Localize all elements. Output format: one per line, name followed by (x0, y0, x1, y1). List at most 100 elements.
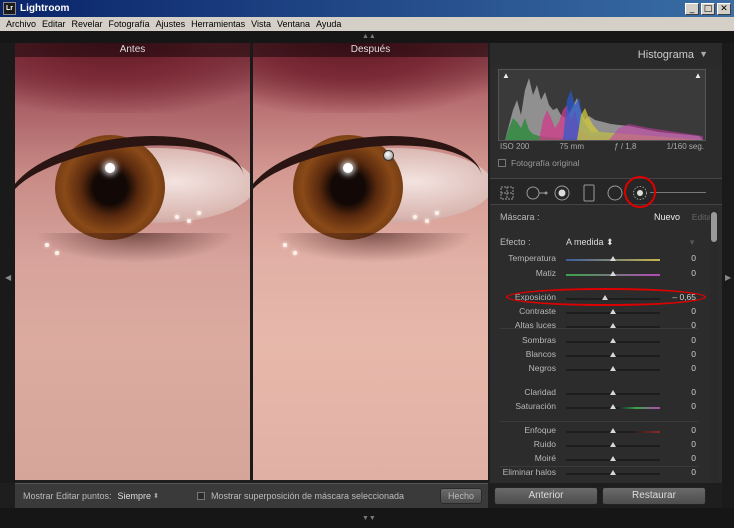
previous-button[interactable]: Anterior (494, 487, 598, 505)
slider-value[interactable]: 0 (691, 439, 696, 449)
radial-filter-icon[interactable] (607, 185, 623, 201)
slider-thumb[interactable] (610, 470, 616, 475)
slider-blancos: Blancos 0 (490, 349, 722, 362)
bottom-panel-arrow-icon[interactable]: ▼▼ (362, 515, 376, 522)
menu-bar: Archivo Editar Revelar Fotografía Ajuste… (0, 17, 734, 31)
show-mask-overlay-label: Mostrar superposición de máscara selecci… (210, 491, 405, 501)
slider-value[interactable]: 0 (691, 268, 696, 278)
slider-value[interactable]: 0 (691, 363, 696, 373)
menu-vista[interactable]: Vista (248, 19, 274, 29)
develop-right-panel: Histograma ▼ ▲ ▲ ISO 200 75 mm ƒ / 1,8 1… (490, 43, 722, 483)
original-photo-label: Fotografía original (511, 158, 580, 168)
slider-value[interactable]: 0 (691, 387, 696, 397)
panel-buttons: Anterior Restaurar (490, 485, 722, 507)
top-panel-toggle-strip[interactable]: ▲▲ (0, 31, 734, 43)
top-panel-arrow-icon[interactable]: ▲▲ (362, 33, 376, 40)
highlight-clipping-icon[interactable]: ▲ (694, 72, 702, 80)
tool-amount-slider[interactable] (650, 192, 706, 193)
slider-label: Temperatura (508, 253, 556, 263)
done-button[interactable]: Hecho (440, 488, 482, 504)
slider-thumb[interactable] (610, 366, 616, 371)
mask-row: Máscara : Nuevo Editar (490, 208, 722, 226)
slider-thumb[interactable] (610, 271, 616, 276)
histogram-title: Histograma (637, 49, 694, 61)
slider-negros: Negros 0 (490, 363, 722, 376)
slider-thumb[interactable] (610, 338, 616, 343)
panel-scrollbar[interactable] (710, 208, 718, 483)
slider-enfoque: Enfoque 0 (490, 425, 722, 438)
original-photo-row[interactable]: Fotografía original (498, 158, 580, 168)
slider-value[interactable]: 0 (691, 453, 696, 463)
reset-button[interactable]: Restaurar (602, 487, 706, 505)
slider-value[interactable]: 0 (691, 467, 696, 477)
close-button[interactable]: ✕ (717, 2, 731, 15)
left-panel-arrow-icon[interactable]: ◀ (5, 273, 11, 282)
before-glitter (197, 211, 201, 215)
left-panel-toggle-strip[interactable]: ◀ (0, 43, 15, 483)
slider-value[interactable]: 0 (691, 253, 696, 263)
effect-panel-toggle-icon[interactable]: ▼ (688, 238, 696, 247)
slider-label: Matiz (535, 268, 556, 278)
slider-label: Claridad (524, 387, 556, 397)
slider-thumb[interactable] (610, 256, 616, 261)
menu-ajustes[interactable]: Ajustes (153, 19, 189, 29)
show-mask-overlay-checkbox[interactable] (196, 492, 205, 500)
graduated-filter-icon[interactable] (583, 184, 595, 202)
slider-value[interactable]: 0 (691, 306, 696, 316)
panel-collapse-icon[interactable]: ▼ (699, 49, 708, 59)
slider-value[interactable]: 0 (691, 401, 696, 411)
histogram-exif-info: ISO 200 75 mm ƒ / 1,8 1/160 seg. (498, 142, 706, 154)
effect-preset-dropdown[interactable]: A medida ⬍ (566, 237, 614, 248)
title-bar: Lr Lightroom _ □ ✕ (0, 0, 734, 17)
show-edit-points-dropdown[interactable]: Siempre (118, 491, 152, 501)
before-glitter (55, 251, 59, 255)
slider-value[interactable]: 0 (691, 425, 696, 435)
exif-shutter: 1/160 seg. (666, 142, 704, 151)
slider-value[interactable]: 0 (691, 349, 696, 359)
after-photo-lashes (273, 233, 473, 263)
slider-thumb[interactable] (610, 442, 616, 447)
slider-temperatura: Temperatura 0 (490, 253, 722, 266)
minimize-button[interactable]: _ (685, 2, 699, 15)
menu-ventana[interactable]: Ventana (274, 19, 313, 29)
maximize-button[interactable]: □ (701, 2, 715, 15)
red-eye-correction-icon[interactable] (554, 185, 570, 201)
slider-matiz: Matiz 0 (490, 268, 722, 281)
menu-fotografia[interactable]: Fotografía (106, 19, 153, 29)
panel-scrollbar-thumb[interactable] (711, 212, 717, 242)
shadow-clipping-icon[interactable]: ▲ (502, 72, 510, 80)
before-glitter (175, 215, 179, 219)
histogram-graph[interactable]: ▲ ▲ (498, 69, 706, 141)
menu-herramientas[interactable]: Herramientas (188, 19, 248, 29)
dropdown-caret-icon[interactable]: ⬍ (153, 492, 159, 500)
radial-filter-pin[interactable] (383, 150, 394, 161)
slider-thumb[interactable] (610, 390, 616, 395)
right-panel-toggle-strip[interactable]: ▶ (722, 43, 734, 508)
slider-thumb[interactable] (610, 309, 616, 314)
histogram-header[interactable]: Histograma ▼ (490, 43, 722, 67)
slider-thumb[interactable] (610, 352, 616, 357)
bottom-panel-toggle-strip[interactable]: ▼▼ (0, 508, 734, 528)
crop-overlay-icon[interactable] (500, 186, 514, 200)
right-panel-arrow-icon[interactable]: ▶ (725, 273, 731, 282)
slider-value[interactable]: 0 (691, 335, 696, 345)
slider-thumb[interactable] (610, 428, 616, 433)
menu-archivo[interactable]: Archivo (3, 19, 39, 29)
menu-ayuda[interactable]: Ayuda (313, 19, 344, 29)
before-label: Antes (15, 43, 250, 57)
original-photo-checkbox[interactable] (498, 159, 506, 167)
menu-editar[interactable]: Editar (39, 19, 69, 29)
slider-ruido: Ruido 0 (490, 439, 722, 452)
spot-removal-icon[interactable] (526, 185, 548, 201)
compare-image-area[interactable]: Antes Después (15, 43, 488, 480)
slider-thumb[interactable] (610, 404, 616, 409)
menu-revelar[interactable]: Revelar (69, 19, 106, 29)
slider-thumb[interactable] (610, 456, 616, 461)
slider-label: Contraste (519, 306, 556, 316)
after-pane[interactable]: Después (253, 43, 488, 480)
exif-iso: ISO 200 (500, 142, 530, 151)
dropdown-caret-icon[interactable]: ⬍ (606, 237, 614, 247)
before-pane[interactable]: Antes (15, 43, 250, 480)
mask-new-button[interactable]: Nuevo (654, 212, 680, 222)
slider-group-divider (500, 328, 698, 329)
